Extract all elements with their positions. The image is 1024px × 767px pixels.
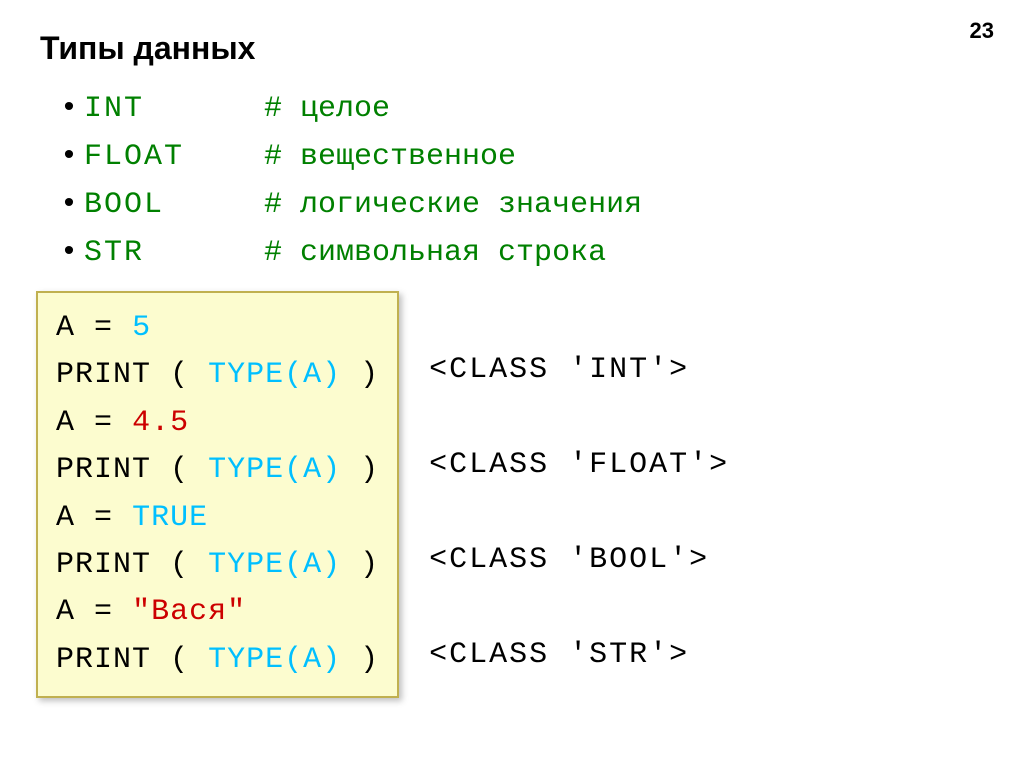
paren: ) [360, 453, 379, 487]
str-literal: "Вася" [132, 595, 246, 629]
page-number: 23 [970, 18, 994, 44]
code-line: A = 4.5 [56, 400, 379, 447]
output-line: <CLASS 'FLOAT'> [429, 442, 729, 537]
print-kw: PRINT [56, 453, 151, 487]
type-comment: # вещественное [264, 140, 516, 174]
type-name: BOOL [84, 181, 264, 229]
type-call: TYPE(A) [208, 358, 341, 392]
bullet-icon: • [60, 188, 78, 222]
output-line: <CLASS 'STR'> [429, 632, 729, 727]
output-line: <CLASS 'INT'> [429, 347, 729, 442]
eq: = [94, 311, 113, 345]
code-box: A = 5 PRINT ( TYPE(A) ) A = 4.5 PRINT ( … [36, 291, 399, 698]
var-a: A [56, 406, 75, 440]
print-kw: PRINT [56, 548, 151, 582]
paren: ( [170, 548, 189, 582]
bullet-icon: • [60, 92, 78, 126]
paren: ( [170, 358, 189, 392]
eq: = [94, 595, 113, 629]
list-item: •INT# целое [60, 85, 984, 133]
type-comment: # целое [264, 92, 390, 126]
print-kw: PRINT [56, 643, 151, 677]
code-line: A = "Вася" [56, 589, 379, 636]
code-line: PRINT ( TYPE(A) ) [56, 542, 379, 589]
type-comment: # логические значения [264, 188, 642, 222]
eq: = [94, 501, 113, 535]
type-comment: # символьная строка [264, 236, 606, 270]
code-line: PRINT ( TYPE(A) ) [56, 352, 379, 399]
int-literal: 5 [132, 311, 151, 345]
type-name: FLOAT [84, 133, 264, 181]
type-call: TYPE(A) [208, 548, 341, 582]
bool-literal: TRUE [132, 501, 208, 535]
list-item: •STR# символьная строка [60, 229, 984, 277]
code-line: PRINT ( TYPE(A) ) [56, 447, 379, 494]
type-call: TYPE(A) [208, 453, 341, 487]
paren: ( [170, 643, 189, 677]
paren: ) [360, 548, 379, 582]
paren: ( [170, 453, 189, 487]
paren: ) [360, 643, 379, 677]
var-a: A [56, 311, 75, 345]
type-name: INT [84, 85, 264, 133]
code-line: A = 5 [56, 305, 379, 352]
list-item: •BOOL# логические значения [60, 181, 984, 229]
type-call: TYPE(A) [208, 643, 341, 677]
code-line: PRINT ( TYPE(A) ) [56, 637, 379, 684]
type-name: STR [84, 229, 264, 277]
var-a: A [56, 595, 75, 629]
bullet-icon: • [60, 140, 78, 174]
output-line: <CLASS 'BOOL'> [429, 537, 729, 632]
var-a: A [56, 501, 75, 535]
code-output-row: A = 5 PRINT ( TYPE(A) ) A = 4.5 PRINT ( … [40, 291, 984, 727]
print-kw: PRINT [56, 358, 151, 392]
page-title: Типы данных [40, 30, 984, 67]
paren: ) [360, 358, 379, 392]
output-column: <CLASS 'INT'> <CLASS 'FLOAT'> <CLASS 'BO… [429, 291, 729, 727]
bullet-icon: • [60, 236, 78, 270]
eq: = [94, 406, 113, 440]
code-line: A = TRUE [56, 495, 379, 542]
float-literal: 4.5 [132, 406, 189, 440]
type-list: •INT# целое •FLOAT# вещественное •BOOL# … [60, 85, 984, 277]
list-item: •FLOAT# вещественное [60, 133, 984, 181]
